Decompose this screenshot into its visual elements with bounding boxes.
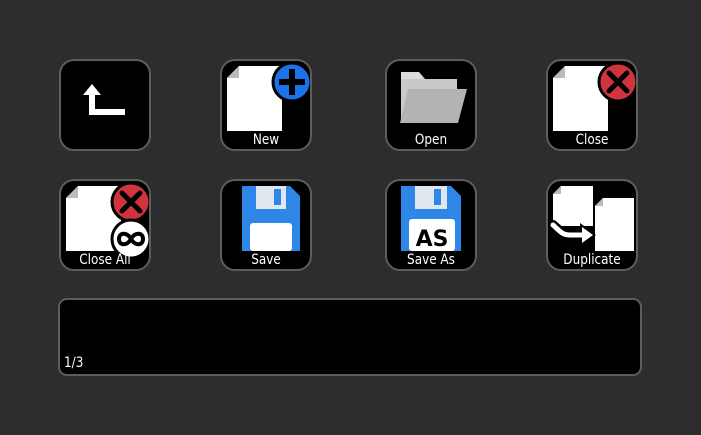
duplicate-label: Duplicate — [563, 252, 621, 268]
save-as-label: Save As — [407, 252, 455, 268]
close-button[interactable]: Close — [546, 59, 638, 151]
new-button[interactable]: New — [220, 59, 312, 151]
back-button[interactable] — [59, 59, 151, 151]
back-arrow-icon — [83, 84, 125, 115]
save-as-button[interactable]: AS Save As — [385, 179, 477, 271]
save-label: Save — [251, 252, 281, 268]
open-button[interactable]: Open — [385, 59, 477, 151]
save-as-badge-text: AS — [416, 227, 449, 252]
close-all-label: Close All — [79, 252, 131, 268]
page-indicator: 1/3 — [64, 355, 84, 371]
close-all-button[interactable]: Close All — [59, 179, 151, 271]
duplicate-button[interactable]: Duplicate — [546, 179, 638, 271]
open-label: Open — [414, 132, 448, 148]
save-button[interactable]: Save — [220, 179, 312, 271]
touch-strip[interactable]: 1/3 — [58, 298, 642, 376]
close-label: Close — [575, 132, 609, 148]
new-label: New — [252, 132, 280, 148]
